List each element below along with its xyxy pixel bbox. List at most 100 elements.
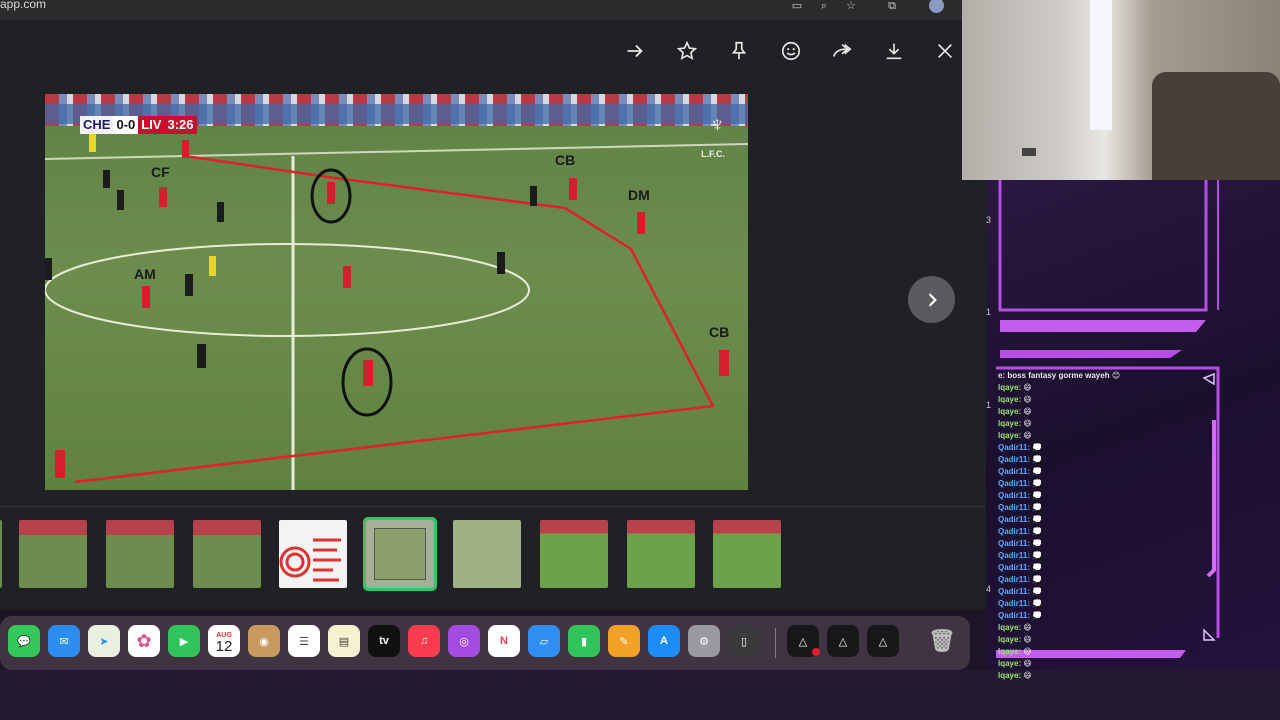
extensions-icon[interactable]: ⧉ <box>885 0 899 12</box>
mail-app-icon[interactable]: ✉ <box>48 625 80 657</box>
chat-username[interactable]: lqaye: <box>998 383 1021 392</box>
profile-avatar[interactable] <box>929 0 944 13</box>
app-icon-triangle[interactable]: △ <box>867 625 899 657</box>
chat-username[interactable]: Qadir11: <box>998 467 1030 476</box>
chat-username[interactable]: lqaye: <box>998 431 1021 440</box>
news-app-icon[interactable]: N <box>488 625 520 657</box>
thumbnail[interactable] <box>453 520 521 588</box>
chat-username[interactable]: lqaye: <box>998 395 1021 404</box>
calendar-app-icon[interactable]: AUG 12 <box>208 625 240 657</box>
chat-message: Qadir11: 💭 <box>998 598 1218 610</box>
chat-username[interactable]: Qadir11: <box>998 479 1030 488</box>
app-icon-triangle[interactable]: △ <box>827 625 859 657</box>
chat-username[interactable]: Qadir11: <box>998 491 1030 500</box>
chat-username[interactable]: Qadir11: <box>998 563 1030 572</box>
chat-username[interactable]: Qadir11: <box>998 587 1030 596</box>
maps-app-icon[interactable]: ➤ <box>88 625 120 657</box>
player-dark <box>103 170 110 188</box>
chat-username[interactable]: lqaye: <box>998 419 1021 428</box>
next-image-button[interactable] <box>908 276 955 323</box>
webcam-feed <box>962 0 1280 180</box>
thumbnail-stats-graphic[interactable] <box>279 520 347 588</box>
chat-emote: 💭 <box>1032 599 1043 608</box>
chat-message: lqaye: 😄 <box>998 670 1218 682</box>
pin-button[interactable] <box>721 33 757 69</box>
music-app-icon[interactable]: ♫ <box>408 625 440 657</box>
chat-username[interactable]: lqaye: <box>998 407 1021 416</box>
chat-emote: 😄 <box>1023 671 1032 680</box>
pages-app-icon[interactable]: ✎ <box>608 625 640 657</box>
thumbnail[interactable] <box>193 520 261 588</box>
trash-icon[interactable]: 🗑 <box>926 625 958 657</box>
chat-message: Qadir11: 💭 <box>998 454 1218 466</box>
chat-username[interactable]: lqaye: <box>998 635 1021 644</box>
thumbnail[interactable] <box>627 520 695 588</box>
thumbnail[interactable] <box>106 520 174 588</box>
player-red <box>569 178 577 200</box>
chat-emote: 😄 <box>1023 635 1032 644</box>
chat-username[interactable]: lqaye: <box>998 671 1021 680</box>
calendar-day: 12 <box>215 638 233 655</box>
chat-username[interactable]: Qadir11: <box>998 503 1030 512</box>
chat-username[interactable]: Qadir11: <box>998 527 1030 536</box>
chat-emote: 💭 <box>1032 443 1043 452</box>
chat-emote: 😄 <box>1023 647 1032 656</box>
iphone-mirroring-icon[interactable]: ▯ <box>728 625 760 657</box>
download-button[interactable] <box>876 33 912 69</box>
zoom-icon[interactable]: ⌕ <box>817 0 831 12</box>
chat-username[interactable]: Qadir11: <box>998 515 1030 524</box>
podcasts-app-icon[interactable]: ◎ <box>448 625 480 657</box>
photos-app-icon[interactable]: ✿ <box>128 625 160 657</box>
numbers-app-icon[interactable]: ▮ <box>568 625 600 657</box>
url-bar-text[interactable]: app.com <box>0 0 46 11</box>
notes-app-icon[interactable]: ▤ <box>328 625 360 657</box>
app-store-icon[interactable]: A <box>648 625 680 657</box>
chat-message: e: boss fantasy gorme wayeh 😊 <box>998 370 1218 382</box>
react-button[interactable] <box>773 33 809 69</box>
chat-username[interactable]: Qadir11: <box>998 575 1030 584</box>
cast-icon[interactable]: ▭ <box>790 0 804 12</box>
chat-username[interactable]: Qadir11: <box>998 611 1030 620</box>
close-icon <box>937 43 953 59</box>
chat-message: Qadir11: 💭 <box>998 538 1218 550</box>
thumbnail[interactable] <box>540 520 608 588</box>
dock-separator <box>775 628 776 658</box>
bookmark-star-icon[interactable]: ☆ <box>844 0 858 12</box>
thumbnail[interactable] <box>19 520 87 588</box>
chat-message: lqaye: 😄 <box>998 634 1218 646</box>
chat-username[interactable]: Qadir11: <box>998 455 1030 464</box>
thumbnail[interactable] <box>713 520 781 588</box>
chat-username[interactable]: Qadir11: <box>998 539 1030 548</box>
chat-username[interactable]: e: boss fantasy gorme wayeh <box>998 371 1110 380</box>
chat-username[interactable]: Qadir11: <box>998 599 1030 608</box>
player-red <box>343 266 351 288</box>
arrow-right-icon <box>627 44 643 58</box>
close-button[interactable] <box>927 33 963 69</box>
gaming-chair <box>1152 72 1280 180</box>
share-button[interactable] <box>824 33 860 69</box>
chat-username[interactable]: lqaye: <box>998 647 1021 656</box>
chat-username[interactable]: lqaye: <box>998 623 1021 632</box>
forward-arrow-button[interactable] <box>617 33 653 69</box>
star-button[interactable] <box>669 33 705 69</box>
chat-box: e: boss fantasy gorme wayeh 😊 lqaye: 😄 lqa… <box>998 370 1218 680</box>
chat-username[interactable]: Qadir11: <box>998 443 1030 452</box>
chat-username[interactable]: lqaye: <box>998 659 1021 668</box>
player-red <box>182 140 189 158</box>
chat-emote: 😄 <box>1023 431 1032 440</box>
system-settings-icon[interactable]: ⚙ <box>688 625 720 657</box>
facetime-app-icon[interactable]: ▶ <box>168 625 200 657</box>
keynote-app-icon[interactable]: ▱ <box>528 625 560 657</box>
thumbnail[interactable] <box>0 520 2 588</box>
reminders-app-icon[interactable]: ☰ <box>288 625 320 657</box>
tv-app-icon[interactable]: tv <box>368 625 400 657</box>
chat-emote: 😄 <box>1023 383 1032 392</box>
thumbnail-selected[interactable] <box>363 517 437 591</box>
contacts-app-icon[interactable]: ◉ <box>248 625 280 657</box>
chat-message: lqaye: 😄 <box>998 430 1218 442</box>
chat-message: Qadir11: 💭 <box>998 550 1218 562</box>
chat-username[interactable]: Qadir11: <box>998 551 1030 560</box>
player-dark <box>197 344 206 368</box>
touchline <box>45 143 748 160</box>
messages-app-icon[interactable]: 💬 <box>8 625 40 657</box>
